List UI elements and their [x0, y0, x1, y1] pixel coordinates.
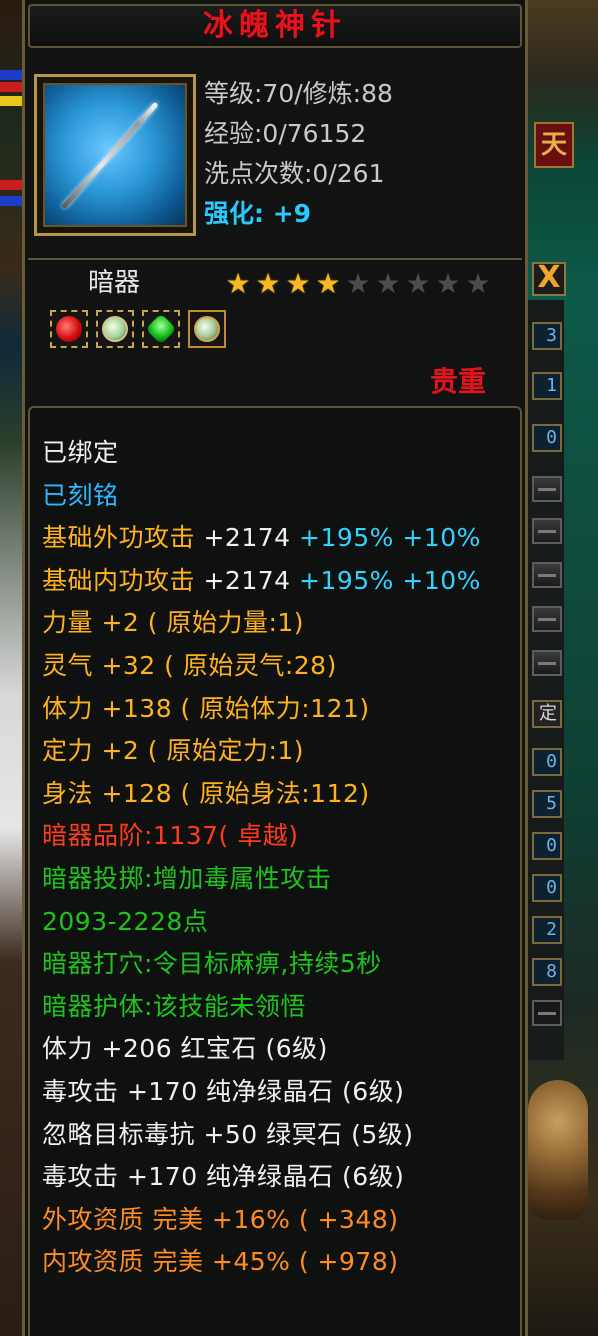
enhance-value: +9 [272, 199, 312, 228]
weapon-grade: 暗器品阶:1137( 卓越) [42, 821, 299, 851]
pale-green-gem-icon [96, 310, 134, 348]
confirm-button[interactable]: 定 [532, 700, 562, 728]
star-rating: ★ ★ ★ ★ ★ ★ ★ ★ ★ [224, 270, 492, 300]
gem-bonus: 体力 +206 红宝石 (6级) [42, 1034, 328, 1064]
engraved-status: 已刻铭 [42, 480, 119, 510]
int-quality: 内攻资质 完美 +45% ( +978) [42, 1247, 399, 1277]
side-readout: 2 [532, 916, 562, 944]
item-title-bar: 冰魄神针 [28, 4, 522, 48]
side-minus-button[interactable] [532, 476, 562, 502]
gem-bonus: 毒攻击 +170 纯净绿晶石 (6级) [42, 1076, 405, 1106]
star-empty-icon: ★ [435, 267, 461, 300]
star-empty-icon: ★ [375, 267, 401, 300]
gem-sockets [50, 310, 226, 348]
throw-skill: 暗器投掷:增加毒属性攻击 [42, 863, 332, 893]
enhance-label: 强化: [204, 199, 264, 228]
side-readout: 0 [532, 748, 562, 776]
protect-skill: 暗器护体:该技能未领悟 [42, 991, 306, 1021]
needle-shape [61, 101, 159, 210]
side-readout: 8 [532, 958, 562, 986]
spirit-stat: 灵气 +32 ( 原始灵气:28) [42, 650, 337, 680]
star-empty-icon: ★ [465, 267, 491, 300]
ext-quality: 外攻资质 完美 +16% ( +348) [42, 1204, 399, 1234]
item-type-section: 暗器 ★ ★ ★ ★ ★ ★ ★ ★ ★ 贵重 [28, 258, 522, 400]
side-minus-button[interactable] [532, 518, 562, 544]
pale-green-gem-icon [188, 310, 226, 348]
stamina-stat: 体力 +138 ( 原始体力:121) [42, 693, 370, 723]
star-filled-icon: ★ [315, 267, 341, 300]
side-readout: 0 [532, 874, 562, 902]
ext-attack-row: 基础外功攻击 +2174 +195% +10% [30, 517, 520, 560]
side-minus-button[interactable] [532, 606, 562, 632]
needle-icon [43, 83, 187, 227]
side-value: 3 [532, 322, 562, 350]
int-attack-row: 基础内功攻击 +2174 +195% +10% [30, 560, 520, 603]
focus-stat: 定力 +2 ( 原始定力:1) [42, 736, 305, 766]
exp-line: 经验:0/76152 [204, 119, 367, 148]
throw-range: 2093-2228点 [42, 906, 209, 936]
item-stats: 已绑定 已刻铭 基础外功攻击 +2174 +195% +10% 基础内功攻击 +… [28, 406, 522, 1336]
agility-stat: 身法 +128 ( 原始身法:112) [42, 778, 370, 808]
side-minus-button[interactable] [532, 650, 562, 676]
star-filled-icon: ★ [255, 267, 281, 300]
star-empty-icon: ★ [405, 267, 431, 300]
green-crystal-icon [142, 310, 180, 348]
acupoint-skill: 暗器打穴:令目标麻痹,持续5秒 [42, 949, 382, 979]
int-attack-pct1: +195% [299, 565, 394, 595]
side-slot[interactable] [532, 1000, 562, 1026]
dragon-ornament [528, 1080, 588, 1220]
item-info: 等级:70/修炼:88 经验:0/76152 洗点次数:0/261 强化: +9 [204, 74, 514, 234]
item-type: 暗器 [88, 268, 141, 298]
bound-status: 已绑定 [42, 438, 119, 467]
side-readout: 5 [532, 790, 562, 818]
right-badge[interactable]: 天 [534, 122, 574, 168]
side-minus-button[interactable] [532, 562, 562, 588]
ext-attack-pct1: +195% [299, 523, 394, 553]
level-line: 等级:70/修炼:88 [204, 79, 393, 108]
item-name: 冰魄神针 [203, 8, 347, 43]
side-value: 0 [532, 424, 562, 452]
precious-label: 贵重 [429, 365, 486, 398]
red-gem-icon [50, 310, 88, 348]
ext-attack-label: 基础外功攻击 [42, 523, 196, 553]
strength-stat: 力量 +2 ( 原始力量:1) [42, 608, 305, 638]
right-side-panel: 3 1 0 定 0 5 0 0 2 8 [524, 300, 564, 1060]
enhance-line: 强化: +9 [204, 194, 514, 234]
int-attack-label: 基础内功攻击 [42, 565, 196, 595]
ext-attack-pct2: +10% [402, 523, 481, 553]
ext-attack-value: +2174 [203, 523, 291, 553]
star-filled-icon: ★ [225, 267, 251, 300]
gem-bonus: 忽略目标毒抗 +50 绿冥石 (5级) [42, 1119, 414, 1149]
int-attack-pct2: +10% [402, 565, 481, 595]
side-value: 1 [532, 372, 562, 400]
int-attack-value: +2174 [203, 565, 291, 595]
close-button[interactable]: X [532, 262, 566, 296]
side-readout: 0 [532, 832, 562, 860]
item-icon-frame [34, 74, 196, 236]
gem-bonus: 毒攻击 +170 纯净绿晶石 (6级) [42, 1162, 405, 1192]
star-empty-icon: ★ [345, 267, 371, 300]
reset-count-line: 洗点次数:0/261 [204, 159, 385, 188]
star-filled-icon: ★ [285, 267, 311, 300]
